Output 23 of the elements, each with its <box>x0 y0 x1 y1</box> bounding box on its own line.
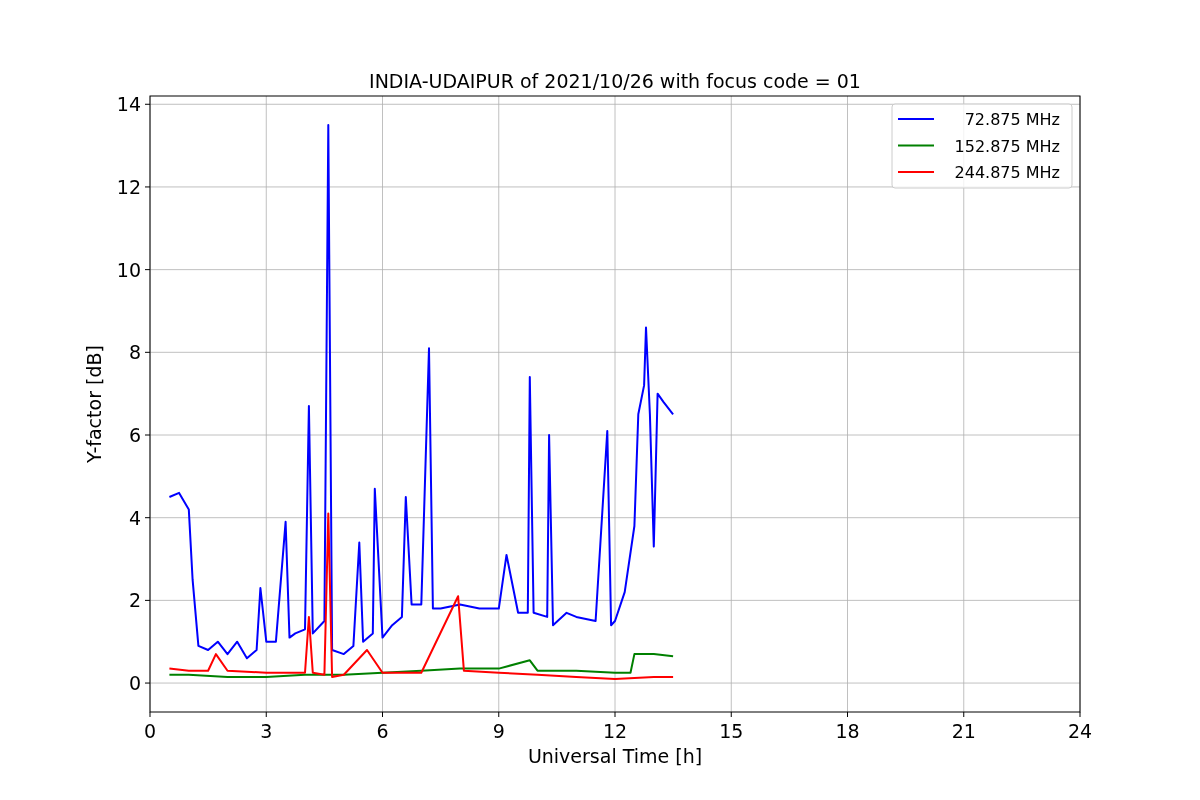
x-axis-label: Universal Time [h] <box>527 745 703 767</box>
y-tick-label: 10 <box>116 258 141 281</box>
x-tick-label: 12 <box>602 720 628 742</box>
x-tick-label: 21 <box>951 720 976 742</box>
x-tick-label: 0 <box>143 720 157 742</box>
y-tick-label: 12 <box>116 175 141 198</box>
y-tick-label: 6 <box>128 424 141 446</box>
legend-label: 244.875 MHz <box>954 163 1060 182</box>
x-tick-label: 9 <box>492 720 505 742</box>
x-tick-label: 18 <box>835 720 860 742</box>
x-tick-label: 3 <box>260 720 273 742</box>
legend-label: 152.875 MHz <box>954 136 1060 156</box>
y-tick-label: 0 <box>128 672 141 695</box>
y-tick-label: 4 <box>128 506 141 529</box>
y-tick-label: 14 <box>116 93 141 116</box>
x-tick-label: 6 <box>376 720 389 742</box>
chart-title: INDIA-UDAIPUR of 2021/10/26 with focus code = 01 <box>369 70 861 92</box>
y-axis-label: Y-factor [dB] <box>83 345 105 463</box>
x-tick-label: 24 <box>1067 720 1093 742</box>
y-tick-label: 8 <box>128 341 141 364</box>
x-tick-label: 15 <box>719 720 744 742</box>
y-tick-label: 2 <box>128 589 141 612</box>
legend-label: 72.875 MHz <box>964 110 1060 129</box>
